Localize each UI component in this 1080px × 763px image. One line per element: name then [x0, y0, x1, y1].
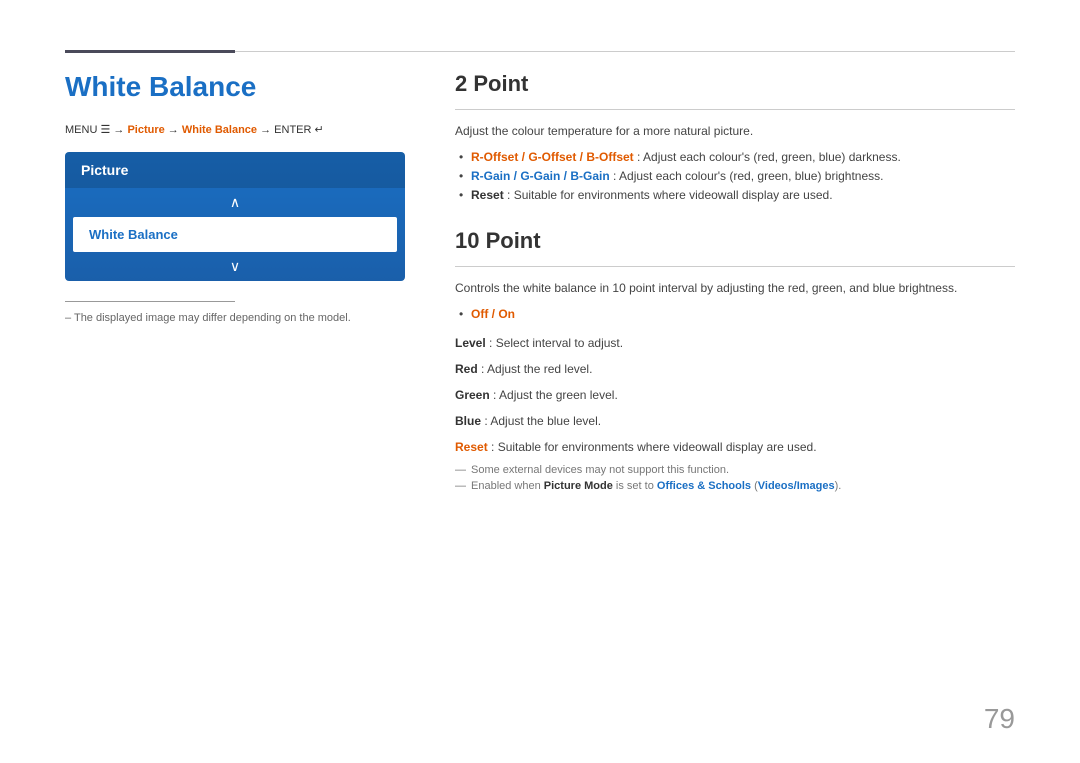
offices-schools-highlight: Offices & Schools — [657, 480, 751, 492]
page-number: 79 — [984, 703, 1015, 735]
menu-arrow-2: → — [168, 124, 182, 136]
reset-highlight: Reset — [455, 440, 488, 454]
green-bold: Green — [455, 388, 490, 402]
bullet-2: R-Gain / G-Gain / B-Gain : Adjust each c… — [455, 167, 1015, 186]
left-divider — [65, 301, 235, 302]
menu-arrow-3: → ENTER ↵ — [260, 124, 324, 136]
picture-mode-bold: Picture Mode — [544, 480, 613, 492]
top-rule-dark — [65, 50, 235, 53]
section-2-sub-bullets: Off / On — [455, 305, 1015, 324]
bullet-2-text: : Adjust each colour's (red, green, blue… — [613, 169, 883, 183]
note-mid2: ( — [751, 480, 758, 492]
blue-text: : Adjust the blue level. — [484, 414, 601, 428]
picture-menu-box: Picture ∧ White Balance ∨ — [65, 152, 405, 281]
note-prefix: Enabled when — [471, 480, 544, 492]
menu-nav: MENU ☰ → Picture → White Balance → ENTER… — [65, 123, 405, 136]
off-on-highlight: Off / On — [471, 307, 515, 321]
content-area: White Balance MENU ☰ → Picture → White B… — [65, 71, 1015, 492]
menu-arrow-1: → — [113, 124, 127, 136]
level-bold: Level — [455, 336, 486, 350]
picture-menu-selected-item: White Balance — [73, 217, 397, 252]
section-1-desc: Adjust the colour temperature for a more… — [455, 122, 1015, 140]
green-text: : Adjust the green level. — [493, 388, 618, 402]
reset-text: : Suitable for environments where videow… — [491, 440, 817, 454]
sub-bullet-off-on: Off / On — [455, 305, 1015, 324]
menu-picture: Picture — [127, 124, 164, 136]
line-reset: Reset : Suitable for environments where … — [455, 438, 1015, 456]
red-text: : Adjust the red level. — [481, 362, 592, 376]
bullet-3-text: : Suitable for environments where videow… — [507, 188, 833, 202]
page-title: White Balance — [65, 71, 405, 103]
note-mid: is set to — [613, 480, 657, 492]
line-blue: Blue : Adjust the blue level. — [455, 412, 1015, 430]
menu-keyword: MENU ☰ — [65, 124, 110, 136]
down-arrow-icon: ∨ — [65, 252, 405, 281]
red-bold: Red — [455, 362, 478, 376]
section-10point-title: 10 Point — [455, 228, 1015, 254]
line-green: Green : Adjust the green level. — [455, 386, 1015, 404]
note-picture-mode: Enabled when Picture Mode is set to Offi… — [455, 480, 1015, 492]
up-arrow-icon: ∧ — [65, 188, 405, 217]
section-1-bullets: R-Offset / G-Offset / B-Offset : Adjust … — [455, 148, 1015, 206]
section-2point-title: 2 Point — [455, 71, 1015, 97]
level-text: : Select interval to adjust. — [489, 336, 623, 350]
page-container: White Balance MENU ☰ → Picture → White B… — [0, 0, 1080, 763]
note-external-text: Some external devices may not support th… — [471, 464, 729, 476]
right-column: 2 Point Adjust the colour temperature fo… — [435, 71, 1015, 492]
note-suffix: ). — [835, 480, 842, 492]
section-2-desc: Controls the white balance in 10 point i… — [455, 279, 1015, 297]
bullet-1: R-Offset / G-Offset / B-Offset : Adjust … — [455, 148, 1015, 167]
videos-images-highlight: Videos/Images — [758, 480, 835, 492]
bullet-3: Reset : Suitable for environments where … — [455, 186, 1015, 205]
blue-bold: Blue — [455, 414, 481, 428]
bullet-1-highlight: R-Offset / G-Offset / B-Offset — [471, 150, 634, 164]
section-10point: 10 Point Controls the white balance in 1… — [455, 228, 1015, 492]
left-column: White Balance MENU ☰ → Picture → White B… — [65, 71, 435, 492]
menu-white-balance: White Balance — [182, 124, 257, 136]
line-level: Level : Select interval to adjust. — [455, 334, 1015, 352]
note-external: Some external devices may not support th… — [455, 464, 1015, 476]
top-rule-light — [235, 51, 1015, 52]
top-rule-container — [65, 50, 1015, 53]
section-2point: 2 Point Adjust the colour temperature fo… — [455, 71, 1015, 206]
bullet-3-highlight: Reset — [471, 188, 504, 202]
section-2-divider — [455, 266, 1015, 267]
bullet-1-text: : Adjust each colour's (red, green, blue… — [637, 150, 901, 164]
left-note: – The displayed image may differ dependi… — [65, 312, 405, 324]
line-red: Red : Adjust the red level. — [455, 360, 1015, 378]
section-1-divider — [455, 109, 1015, 110]
picture-menu-header: Picture — [65, 152, 405, 188]
bullet-2-highlight: R-Gain / G-Gain / B-Gain — [471, 169, 610, 183]
